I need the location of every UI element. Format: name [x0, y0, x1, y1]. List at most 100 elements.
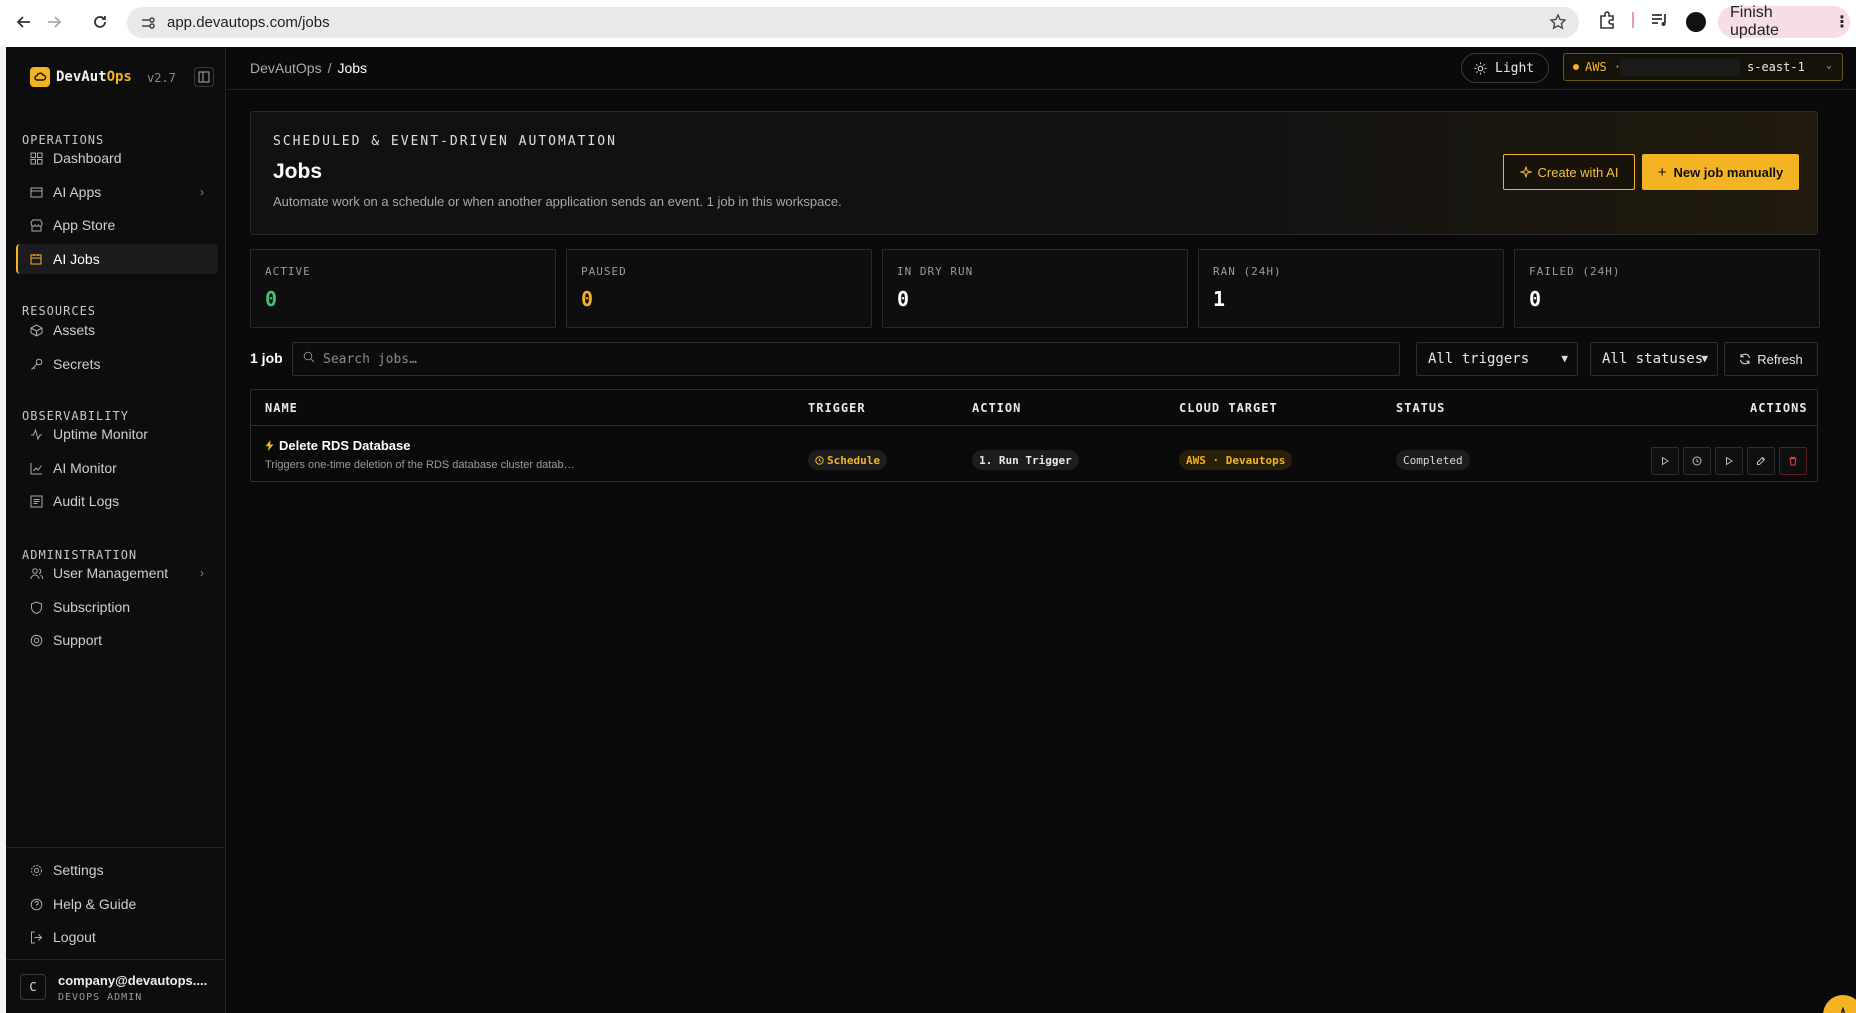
theme-label: Light: [1495, 60, 1535, 76]
finish-update-button[interactable]: Finish update ⋮: [1718, 4, 1850, 39]
sidebar-item-dashboard[interactable]: Dashboard: [16, 143, 218, 173]
delete-button[interactable]: [1779, 447, 1807, 475]
job-name-text: Delete RDS Database: [279, 438, 411, 453]
sidebar-item-ai-monitor[interactable]: AI Monitor: [16, 453, 218, 483]
url-text[interactable]: app.devautops.com/jobs: [167, 14, 330, 31]
column-header-cloud-target[interactable]: CLOUD TARGET: [1179, 401, 1278, 415]
sidebar-item-label: App Store: [53, 217, 116, 233]
ai-assistant-button[interactable]: [1823, 995, 1856, 1013]
job-name[interactable]: Delete RDS Database: [265, 438, 411, 453]
history-icon: [1692, 456, 1702, 466]
create-with-ai-label: Create with AI: [1537, 164, 1619, 180]
shield-icon: [28, 599, 44, 615]
address-bar[interactable]: app.devautops.com/jobs: [127, 7, 1579, 38]
bolt-icon: [265, 440, 274, 451]
sidebar-item-label: Assets: [53, 322, 96, 338]
theme-toggle-button[interactable]: Light: [1461, 53, 1549, 83]
edit-button[interactable]: [1747, 447, 1775, 475]
gear-icon: [28, 862, 44, 878]
sidebar-item-audit-logs[interactable]: Audit Logs: [16, 486, 218, 516]
stat-value: 0: [265, 287, 278, 311]
more-menu-icon[interactable]: ⋮: [1834, 12, 1850, 32]
sidebar-item-uptime-monitor[interactable]: Uptime Monitor: [16, 419, 218, 449]
user-email: company@devautops....: [58, 973, 208, 988]
sidebar-item-label: Dashboard: [53, 150, 122, 166]
logout-icon: [28, 929, 44, 945]
app-root: DevAutOps v2.7 OPERATIONS Dashboard AI A…: [6, 47, 1856, 1013]
extensions-icon[interactable]: [1597, 10, 1617, 35]
brand[interactable]: DevAutOps: [30, 67, 132, 87]
chevron-down-icon: ⌄: [1825, 60, 1832, 71]
sidebar-item-label: AI Jobs: [53, 251, 100, 267]
edit-icon: [1756, 456, 1766, 466]
search-box[interactable]: [292, 342, 1400, 376]
brand-name: DevAutOps: [56, 69, 132, 85]
sidebar-item-label: User Management: [53, 565, 169, 581]
chevron-right-icon: ›: [200, 566, 204, 580]
cloud-account-select[interactable]: AWS · s-east-1 ⌄: [1563, 53, 1843, 81]
browser-toolbar: app.devautops.com/jobs Finish update ⋮: [0, 0, 1856, 45]
sidebar-item-label: AI Monitor: [53, 460, 117, 476]
store-icon: [28, 217, 44, 233]
chart-icon: [28, 460, 44, 476]
stat-card-dry-run: IN DRY RUN 0: [882, 249, 1188, 328]
run-dry-button[interactable]: [1651, 447, 1679, 475]
sidebar: DevAutOps v2.7 OPERATIONS Dashboard AI A…: [6, 47, 226, 1013]
column-header-action[interactable]: ACTION: [972, 401, 1021, 415]
user-role: DEVOPS ADMIN: [58, 992, 143, 1003]
search-input[interactable]: [323, 351, 1373, 367]
clock-icon: [815, 455, 824, 465]
page-description: Automate work on a schedule or when anot…: [273, 194, 842, 209]
stat-value: 0: [897, 287, 910, 311]
sidebar-item-logout[interactable]: Logout: [16, 922, 218, 952]
bookmark-star-icon[interactable]: [1549, 13, 1567, 36]
list-icon: [28, 493, 44, 509]
sidebar-item-support[interactable]: Support: [16, 625, 218, 655]
redacted-account: [1620, 59, 1740, 76]
action-badge: 1. Run Trigger: [972, 450, 1079, 470]
breadcrumb-root[interactable]: DevAutOps: [250, 60, 322, 76]
sidebar-item-user-management[interactable]: User Management ›: [16, 558, 218, 588]
sidebar-item-app-store[interactable]: App Store: [16, 210, 218, 240]
plus-icon: +: [1657, 163, 1667, 181]
site-info-icon[interactable]: [139, 14, 157, 32]
stat-card-active: ACTIVE 0: [250, 249, 556, 328]
run-now-button[interactable]: [1715, 447, 1743, 475]
history-button[interactable]: [1683, 447, 1711, 475]
sidebar-item-assets[interactable]: Assets: [16, 315, 218, 345]
cloud-logo-icon: [30, 67, 50, 87]
chevron-down-icon: ▼: [1701, 352, 1708, 365]
media-queue-icon[interactable]: [1650, 10, 1670, 35]
refresh-button[interactable]: Refresh: [1724, 342, 1818, 376]
trigger-filter-select[interactable]: All triggers ▼: [1416, 342, 1578, 376]
sidebar-item-ai-jobs[interactable]: AI Jobs: [16, 244, 218, 274]
new-job-label: New job manually: [1673, 164, 1784, 180]
back-icon[interactable]: [10, 8, 38, 36]
status-filter-select[interactable]: All statuses ▼: [1590, 342, 1718, 376]
forward-icon[interactable]: [40, 8, 68, 36]
collapse-sidebar-button[interactable]: [194, 67, 214, 87]
stat-value: 1: [1213, 287, 1226, 311]
sidebar-item-help[interactable]: Help & Guide: [16, 889, 218, 919]
sidebar-item-subscription[interactable]: Subscription: [16, 592, 218, 622]
column-header-status[interactable]: STATUS: [1396, 401, 1445, 415]
page-title: Jobs: [273, 160, 323, 183]
user-profile[interactable]: C company@devautops.... DEVOPS ADMIN: [6, 959, 226, 1013]
column-header-name[interactable]: NAME: [265, 401, 298, 415]
window-icon: [28, 184, 44, 200]
sidebar-item-ai-apps[interactable]: AI Apps ›: [16, 177, 218, 207]
activity-icon: [28, 426, 44, 442]
trigger-badge-text: Schedule: [827, 453, 880, 467]
sidebar-item-settings[interactable]: Settings: [16, 855, 218, 885]
toolbar-divider: [1632, 12, 1634, 28]
breadcrumb-separator: /: [327, 60, 332, 76]
profile-avatar[interactable]: [1686, 12, 1706, 32]
reload-icon[interactable]: [86, 8, 114, 36]
column-header-trigger[interactable]: TRIGGER: [808, 401, 866, 415]
new-job-button[interactable]: + New job manually: [1642, 154, 1799, 190]
finish-update-label: Finish update: [1730, 4, 1779, 39]
status-dot: [1573, 64, 1579, 70]
sidebar-item-secrets[interactable]: Secrets: [16, 349, 218, 379]
create-with-ai-button[interactable]: Create with AI: [1503, 154, 1635, 190]
job-description: Triggers one-time deletion of the RDS da…: [265, 459, 575, 471]
